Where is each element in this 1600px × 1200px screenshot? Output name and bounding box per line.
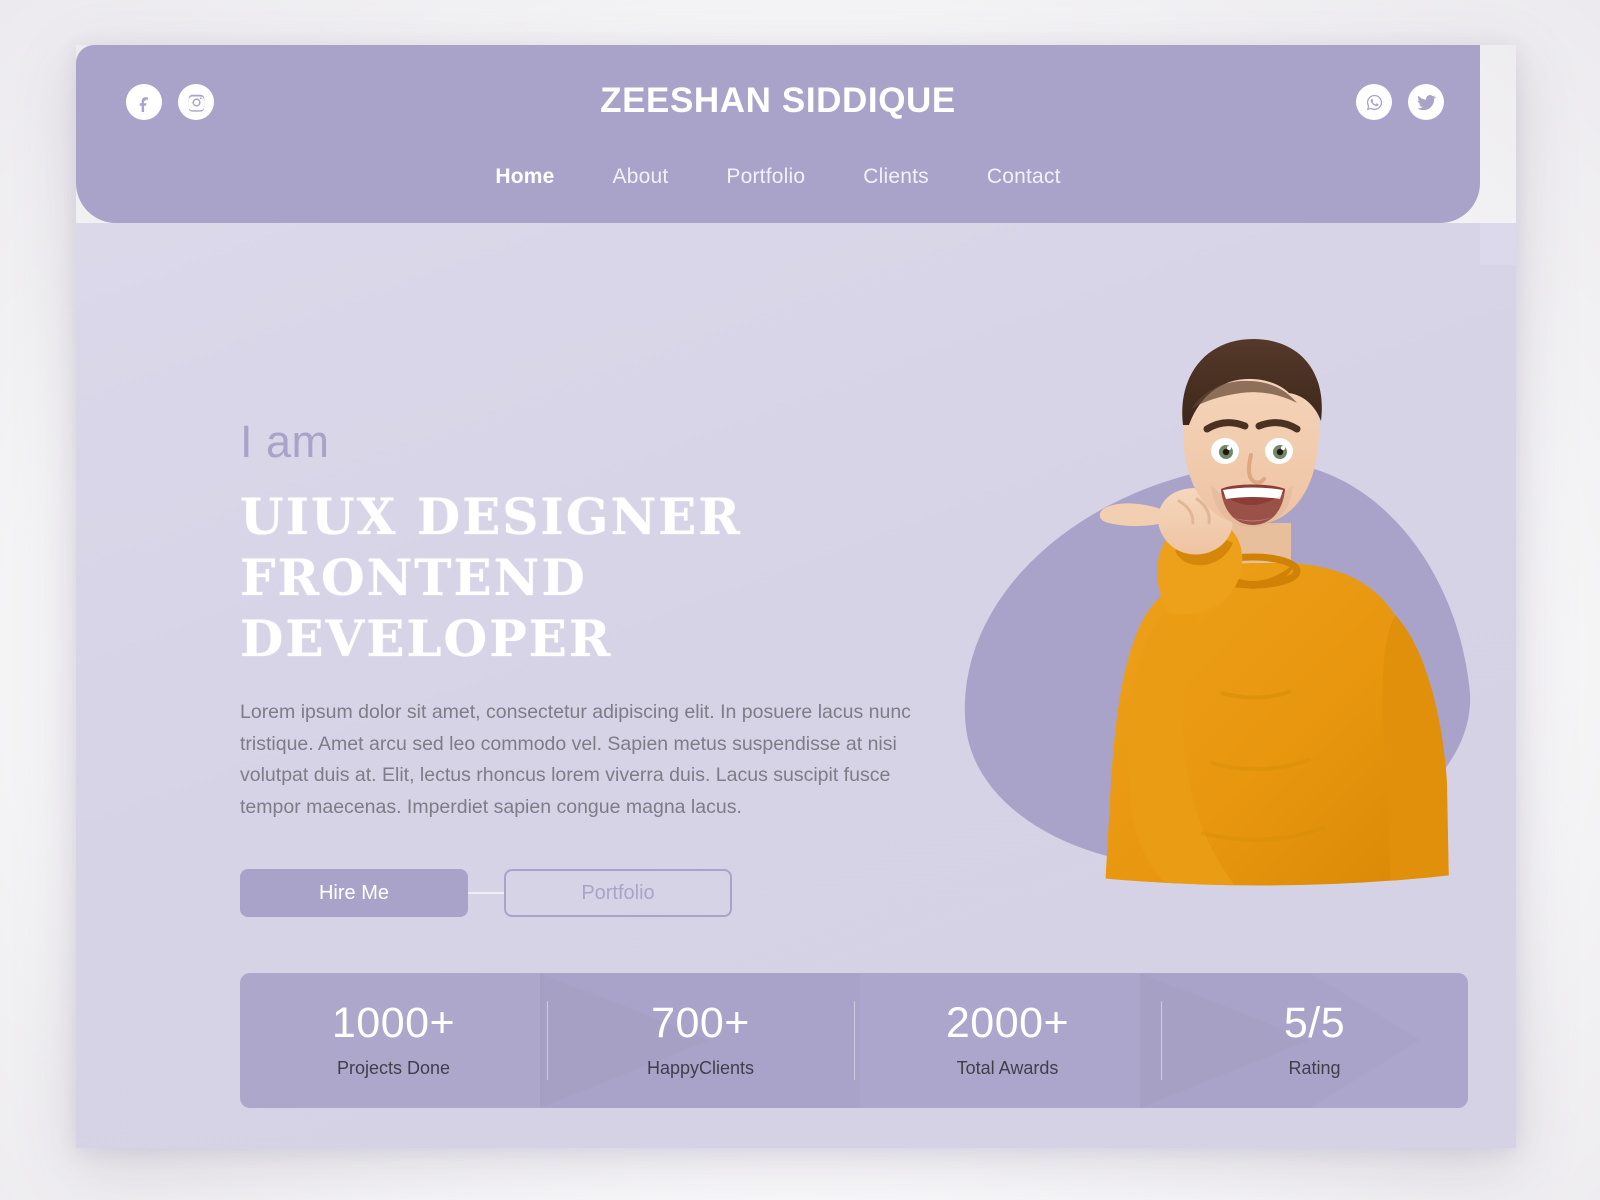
nav-item-about[interactable]: About [613, 165, 669, 189]
social-links-right [1356, 84, 1444, 120]
hero-top-shade [1480, 223, 1516, 265]
stat-item: 1000+ Projects Done [240, 973, 547, 1108]
stat-value: 700+ [651, 999, 750, 1047]
hero-title-line-2: FRONTEND DEVELOPER [240, 548, 613, 668]
stat-value: 2000+ [945, 999, 1070, 1047]
twitter-icon[interactable] [1408, 84, 1444, 120]
nav-item-contact[interactable]: Contact [987, 165, 1061, 189]
nav-item-home[interactable]: Home [495, 165, 554, 189]
hero-title-line-1: UIUX DESIGNER [240, 487, 742, 546]
nav-item-portfolio[interactable]: Portfolio [726, 165, 805, 189]
hero-title: UIUX DESIGNER FRONTEND DEVELOPER [240, 486, 940, 669]
hero-photo-area [941, 313, 1516, 973]
stat-label: Projects Done [336, 1058, 451, 1078]
stat-label: HappyClients [646, 1058, 755, 1078]
whatsapp-icon[interactable] [1356, 84, 1392, 120]
hero-copy: I am UIUX DESIGNER FRONTEND DEVELOPER Lo… [240, 416, 940, 918]
stats-bar: 1000+ Projects Done 700+ HappyClients 20… [240, 973, 1468, 1108]
hero-button-row: Hire Me Portfolio [240, 869, 940, 918]
hero-section: I am UIUX DESIGNER FRONTEND DEVELOPER Lo… [76, 223, 1516, 1148]
hero-eyebrow: I am [240, 416, 330, 467]
stat-item: 5/5 Rating [1161, 973, 1468, 1108]
main-navigation: Home About Portfolio Clients Contact [76, 165, 1480, 189]
stat-value: 5/5 [1283, 999, 1346, 1047]
site-header: ZEESHAN SIDDIQUE Home About Portfolio Cl… [76, 45, 1480, 223]
stat-value: 1000+ [331, 999, 456, 1047]
button-connector-line [468, 892, 504, 895]
hire-me-button[interactable]: Hire Me [240, 869, 468, 918]
hero-photo [1099, 339, 1449, 886]
site-mockup-card: ZEESHAN SIDDIQUE Home About Portfolio Cl… [76, 45, 1516, 1148]
stat-item: 2000+ Total Awards [854, 973, 1161, 1108]
nav-item-clients[interactable]: Clients [863, 165, 929, 189]
page-title: ZEESHAN SIDDIQUE [600, 81, 956, 120]
portfolio-button[interactable]: Portfolio [504, 869, 732, 918]
hero-paragraph: Lorem ipsum dolor sit amet, consectetur … [240, 701, 911, 818]
stat-label: Rating [1288, 1058, 1341, 1078]
stat-item: 700+ HappyClients [547, 973, 854, 1108]
stat-label: Total Awards [956, 1058, 1059, 1078]
